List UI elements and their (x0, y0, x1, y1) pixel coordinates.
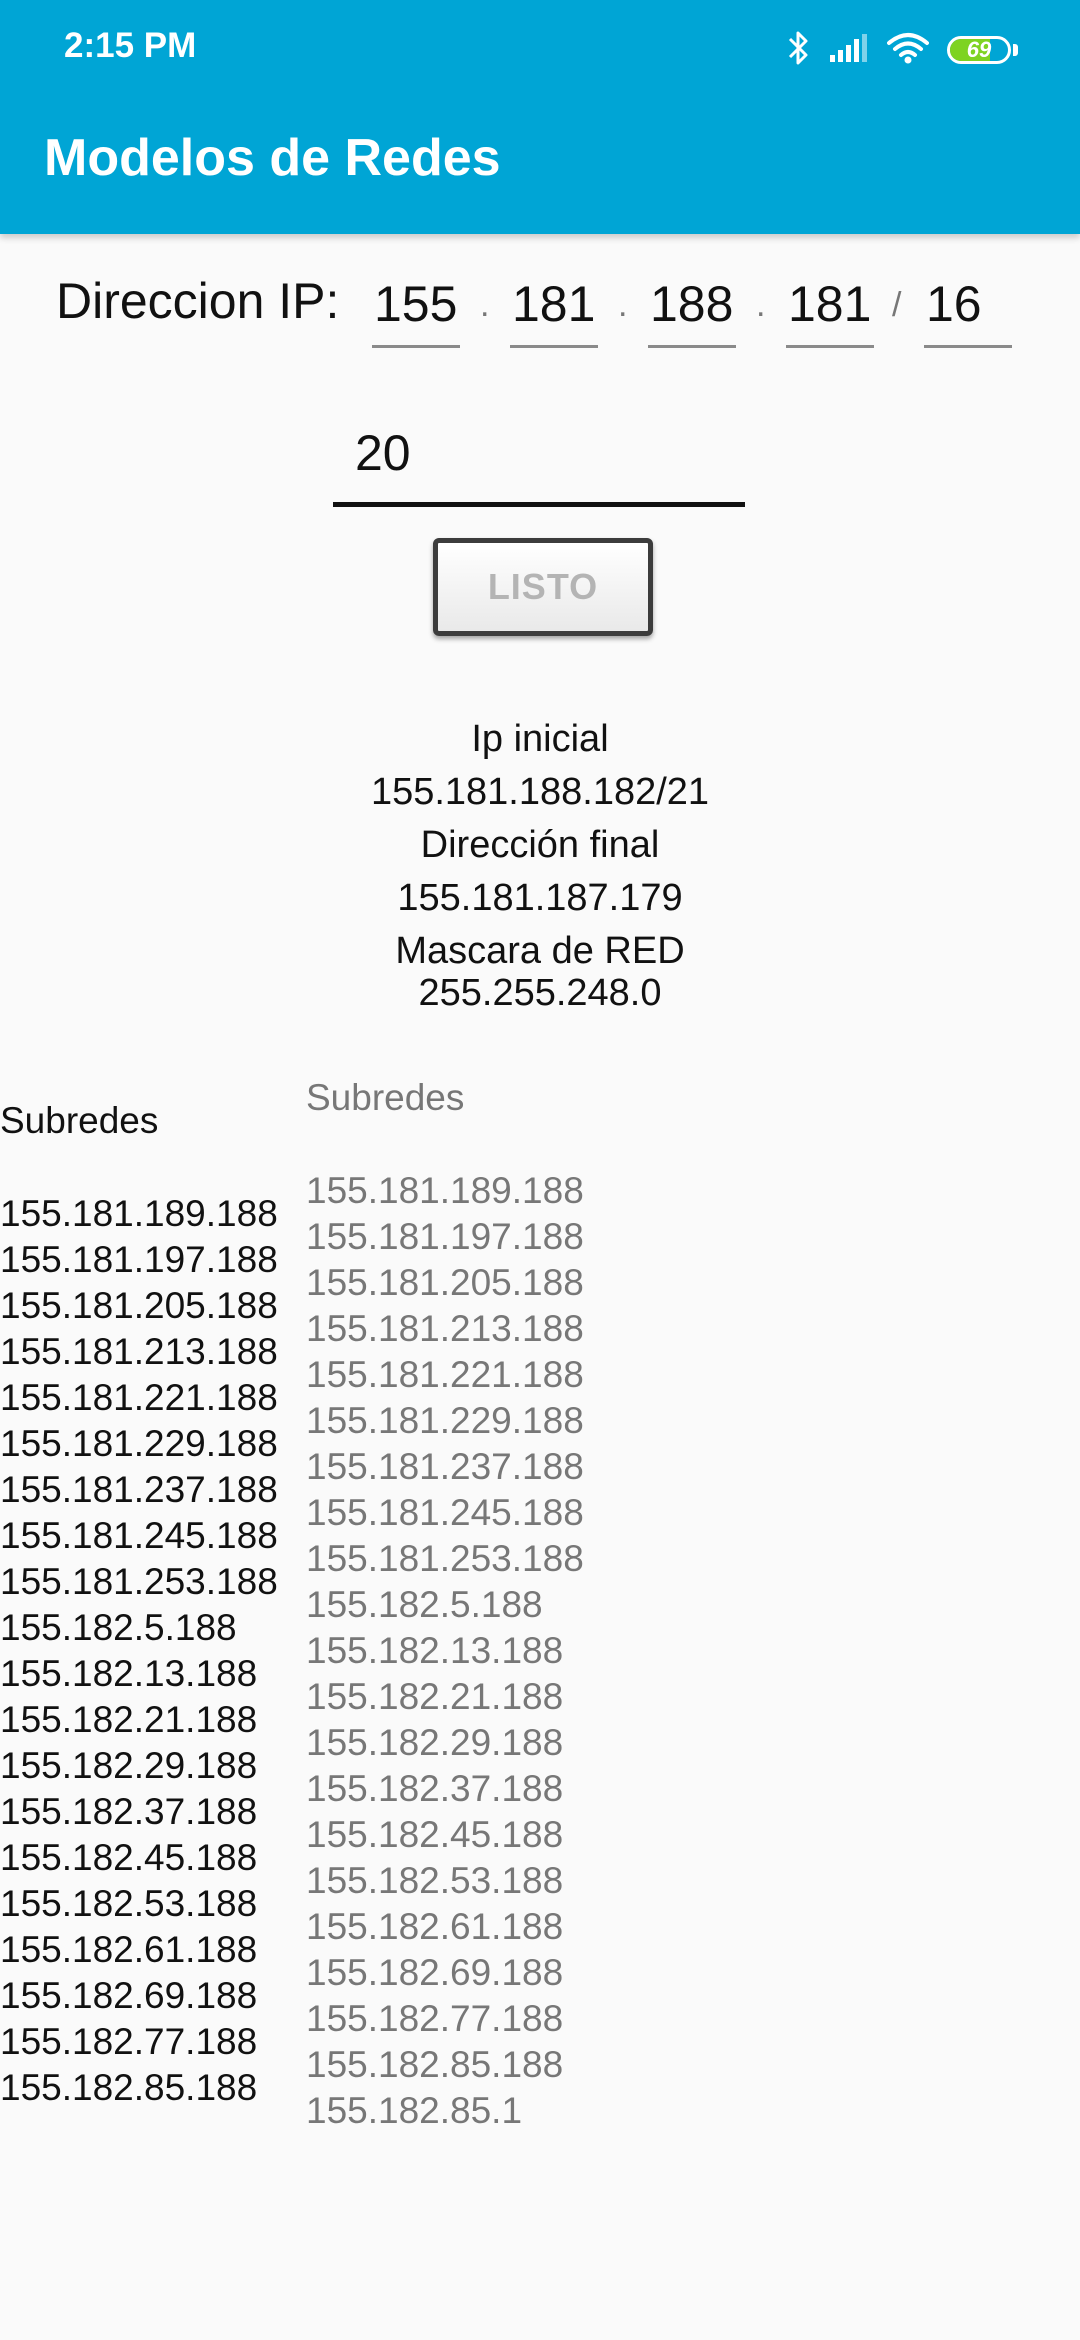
list-item: 155.181.229.188 (306, 1400, 584, 1441)
list-item: 155.182.5.188 (0, 1607, 237, 1648)
slash-separator: / (892, 286, 902, 324)
list-item: 155.182.5.188 (306, 1584, 543, 1625)
new-prefix-input[interactable]: 20 (333, 408, 745, 507)
dot-separator: . (480, 286, 490, 324)
list-item: 155.182.21.188 (0, 1699, 258, 1740)
ip-inicial-label: Ip inicial (471, 718, 609, 760)
list-item: 155.182.53.188 (0, 1883, 258, 1924)
list-item: 155.181.197.188 (0, 1239, 278, 1280)
list-item: 155.181.197.188 (306, 1216, 584, 1257)
subnets-left-title: Subredes (0, 1100, 159, 1141)
octet-2-field[interactable]: 181 (510, 266, 598, 348)
list-item: 155.182.53.188 (306, 1860, 564, 1901)
list-item: 155.182.61.188 (306, 1906, 564, 1947)
list-item: 155.181.253.188 (0, 1561, 278, 1602)
subnets-right-title: Subredes (306, 1077, 465, 1118)
list-item: 155.181.245.188 (0, 1515, 278, 1556)
signal-icon (829, 33, 869, 68)
list-item: 155.182.85.188 (0, 2067, 258, 2108)
list-item: 155.181.189.188 (0, 1193, 278, 1234)
list-item: 155.181.229.188 (0, 1423, 278, 1464)
app-bar: 2:15 PM 69 Modelos de Redes (0, 0, 1080, 234)
mascara-value: 255.255.248.0 (418, 972, 662, 1014)
list-item: 155.181.237.188 (0, 1469, 278, 1510)
wifi-icon (887, 32, 929, 69)
app-title: Modelos de Redes (44, 129, 501, 187)
prefix-field[interactable]: 16 (924, 266, 1012, 348)
ip-inicial-value: 155.181.188.182/21 (370, 771, 710, 813)
dot-separator: . (756, 286, 766, 324)
list-item: 155.182.85.188 (306, 2044, 564, 2085)
list-item: 155.182.37.188 (0, 1791, 258, 1832)
listo-button[interactable]: LISTO (433, 538, 653, 636)
subnets-left-list: 155.181.189.188 155.181.197.188 155.181.20… (0, 1191, 278, 2111)
list-item: 155.181.213.188 (306, 1308, 584, 1349)
list-item: 155.182.45.188 (0, 1837, 258, 1878)
list-item: 155.182.69.188 (306, 1952, 564, 1993)
list-item: 155.182.69.188 (0, 1975, 258, 2016)
list-item: 155.182.77.188 (0, 2021, 258, 2062)
octet-3-field[interactable]: 188 (648, 266, 736, 348)
direccion-final-label: Dirección final (420, 824, 660, 866)
list-item: 155.181.221.188 (0, 1377, 278, 1418)
status-time: 2:15 PM (64, 26, 197, 65)
battery-cap (1013, 44, 1018, 56)
octet-4-field[interactable]: 181 (786, 266, 874, 348)
list-item: 155.182.21.188 (306, 1676, 564, 1717)
list-item: 155.181.237.188 (306, 1446, 584, 1487)
list-item: 155.181.205.188 (306, 1262, 584, 1303)
list-item: 155.182.13.188 (306, 1630, 564, 1671)
list-item: 155.181.245.188 (306, 1492, 584, 1533)
battery-percent: 69 (966, 37, 992, 62)
battery-icon: 69 (947, 36, 1011, 64)
list-item: 155.181.189.188 (306, 1170, 584, 1211)
list-item: 155.181.205.188 (0, 1285, 278, 1326)
octet-1-field[interactable]: 155 (372, 266, 460, 348)
direccion-final-value: 155.181.187.179 (397, 877, 683, 919)
list-item: 155.182.29.188 (306, 1722, 564, 1763)
list-item: 155.182.29.188 (0, 1745, 258, 1786)
list-item: 155.182.13.188 (0, 1653, 258, 1694)
dot-separator: . (618, 286, 628, 324)
ip-address-label: Direccion IP: (56, 273, 340, 329)
status-icons: 69 (787, 28, 1018, 72)
list-item: 155.182.45.188 (306, 1814, 564, 1855)
list-item: 155.182.37.188 (306, 1768, 564, 1809)
list-item: 155.182.85.1 (306, 2090, 523, 2131)
subnets-right-list: 155.181.189.188 155.181.197.188 155.181.20… (306, 1168, 584, 2134)
list-item: 155.181.213.188 (0, 1331, 278, 1372)
bluetooth-icon (787, 30, 811, 71)
list-item: 155.182.61.188 (0, 1929, 258, 1970)
list-item: 155.181.253.188 (306, 1538, 584, 1579)
mascara-label: Mascara de RED (395, 930, 685, 972)
list-item: 155.182.77.188 (306, 1998, 564, 2039)
list-item: 155.181.221.188 (306, 1354, 584, 1395)
